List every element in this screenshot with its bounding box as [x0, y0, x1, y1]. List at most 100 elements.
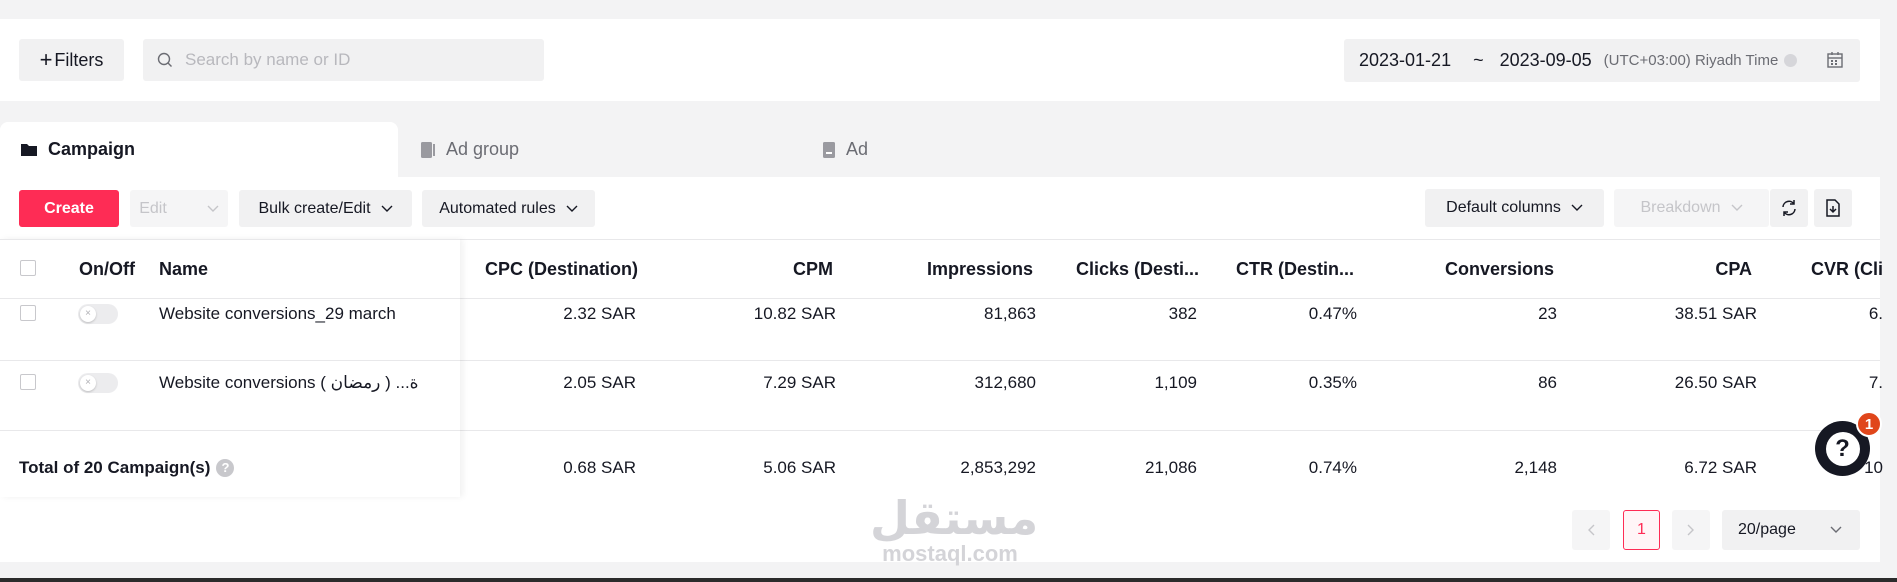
- total-ctr: 0.74%: [1308, 458, 1357, 477]
- cell-ctr: 0.47%: [1308, 304, 1357, 323]
- filter-bar: + Filters 2023-01-21 ~ 2023-09-05 (UTC+0…: [0, 19, 1880, 101]
- col-clicks[interactable]: Clicks (Desti...: [1076, 259, 1199, 280]
- default-columns-label: Default columns: [1446, 199, 1561, 216]
- col-onoff[interactable]: On/Off: [79, 259, 135, 280]
- breakdown-label: Breakdown: [1640, 199, 1721, 216]
- close-icon: ×: [80, 306, 96, 322]
- edit-dropdown[interactable]: Edit: [130, 190, 228, 227]
- watermark-arabic: مستقل: [870, 492, 1039, 544]
- next-page-button[interactable]: [1672, 510, 1710, 550]
- refresh-icon: [1782, 200, 1796, 216]
- default-columns-dropdown[interactable]: Default columns: [1425, 189, 1604, 227]
- date-start: 2023-01-21: [1359, 50, 1452, 70]
- cell-cpm: 7.29 SAR: [763, 373, 836, 392]
- automated-rules-dropdown[interactable]: Automated rules: [422, 190, 595, 227]
- chevron-down-icon: [1731, 204, 1743, 211]
- table-header: On/Off Name CPC (Destination) CPM Impres…: [0, 239, 1883, 299]
- automated-label: Automated rules: [439, 199, 556, 217]
- page-size-select[interactable]: 20/page: [1722, 510, 1860, 550]
- cell-cpa: 38.51 SAR: [1674, 304, 1757, 323]
- chevron-down-icon: [207, 205, 219, 212]
- help-icon[interactable]: ?: [216, 459, 235, 477]
- cell-cpc: 2.05 SAR: [563, 373, 636, 392]
- ad-icon: [823, 141, 835, 158]
- search-icon: [157, 52, 172, 67]
- campaign-name[interactable]: Website conversions ( رمضان ) ...ة: [159, 373, 429, 393]
- total-label-text: Total of 20 Campaign(s): [19, 458, 211, 477]
- window-bottom-edge: [0, 578, 1897, 582]
- filters-button[interactable]: + Filters: [19, 39, 124, 81]
- calendar-icon: [1827, 52, 1843, 68]
- chevron-down-icon: [1571, 204, 1583, 211]
- cell-clicks: 1,109: [1154, 373, 1197, 392]
- edit-label: Edit: [139, 199, 167, 217]
- date-separator: ~: [1473, 50, 1484, 70]
- cell-ctr: 0.35%: [1308, 373, 1357, 392]
- breakdown-dropdown[interactable]: Breakdown: [1614, 189, 1769, 227]
- chevron-down-icon: [381, 205, 393, 212]
- total-cpa: 6.72 SAR: [1684, 458, 1757, 477]
- campaign-name[interactable]: Website conversions_29 march: [159, 304, 396, 324]
- col-cpc[interactable]: CPC (Destination): [485, 259, 638, 280]
- page-size-label: 20/page: [1738, 521, 1796, 538]
- total-row: Total of 20 Campaign(s)? 0.68 SAR 5.06 S…: [0, 438, 1883, 496]
- page-number-button[interactable]: 1: [1623, 510, 1660, 550]
- info-icon: [1784, 54, 1798, 67]
- col-name[interactable]: Name: [159, 259, 208, 280]
- search-input[interactable]: [183, 49, 527, 71]
- watermark: مستقل mostaql.com: [870, 492, 1039, 566]
- chevron-left-icon: [1588, 524, 1595, 536]
- row-checkbox[interactable]: [20, 305, 36, 321]
- date-range-picker[interactable]: 2023-01-21 ~ 2023-09-05 (UTC+03:00) Riya…: [1344, 39, 1860, 82]
- select-all-checkbox[interactable]: [20, 260, 36, 276]
- cell-cpa: 26.50 SAR: [1674, 373, 1757, 392]
- level-tabs: Campaign Ad group Ad: [0, 122, 1880, 177]
- cell-impressions: 81,863: [984, 304, 1036, 323]
- col-cpa[interactable]: CPA: [1715, 259, 1752, 280]
- cell-cvr: 7.: [1868, 373, 1883, 392]
- total-clicks: 21,086: [1145, 458, 1197, 477]
- chevron-down-icon: [566, 205, 578, 212]
- col-impressions[interactable]: Impressions: [927, 259, 1033, 280]
- cell-impressions: 312,680: [974, 373, 1036, 392]
- close-icon: ×: [80, 375, 96, 391]
- col-cvr[interactable]: CVR (Cli: [1811, 259, 1883, 280]
- tab-campaign[interactable]: Campaign: [0, 122, 398, 177]
- refresh-button[interactable]: [1770, 189, 1808, 227]
- create-button[interactable]: Create: [19, 190, 119, 227]
- table-row: × Website conversions ( رمضان ) ...ة 2.0…: [0, 361, 1883, 431]
- search-box[interactable]: [143, 39, 544, 81]
- bulk-label: Bulk create/Edit: [258, 199, 371, 217]
- tab-label: Ad: [846, 139, 869, 159]
- status-toggle[interactable]: ×: [78, 304, 118, 324]
- row-checkbox[interactable]: [20, 374, 36, 390]
- folder-icon: [21, 144, 37, 156]
- export-button[interactable]: [1814, 189, 1852, 227]
- tab-label: Campaign: [48, 139, 136, 159]
- watermark-latin: mostaql.com: [882, 541, 1018, 566]
- total-cpc: 0.68 SAR: [563, 458, 636, 477]
- col-ctr[interactable]: CTR (Destin...: [1236, 259, 1354, 280]
- table-row: × Website conversions_29 march 2.32 SAR …: [0, 298, 1883, 361]
- date-end: 2023-09-05: [1499, 50, 1592, 70]
- chevron-right-icon: [1687, 524, 1694, 536]
- question-icon: ?: [1825, 431, 1860, 466]
- notification-badge: 1: [1856, 411, 1882, 437]
- cell-cpc: 2.32 SAR: [563, 304, 636, 323]
- tab-ad[interactable]: Ad: [822, 122, 868, 177]
- bulk-create-edit-dropdown[interactable]: Bulk create/Edit: [239, 190, 412, 227]
- col-conversions[interactable]: Conversions: [1445, 259, 1554, 280]
- cell-cpm: 10.82 SAR: [753, 304, 836, 323]
- chevron-down-icon: [1830, 526, 1842, 533]
- filters-label: Filters: [54, 49, 104, 70]
- cell-cvr: 6.: [1868, 304, 1883, 323]
- prev-page-button[interactable]: [1572, 510, 1610, 550]
- tab-ad-group[interactable]: Ad group: [420, 122, 519, 177]
- status-toggle[interactable]: ×: [78, 373, 118, 393]
- col-cpm[interactable]: CPM: [793, 259, 833, 280]
- total-cpm: 5.06 SAR: [763, 458, 836, 477]
- timezone-label: (UTC+03:00) Riyadh Time: [1603, 52, 1779, 69]
- plus-icon: +: [39, 47, 53, 72]
- total-impressions: 2,853,292: [960, 458, 1036, 477]
- tab-label: Ad group: [446, 139, 520, 159]
